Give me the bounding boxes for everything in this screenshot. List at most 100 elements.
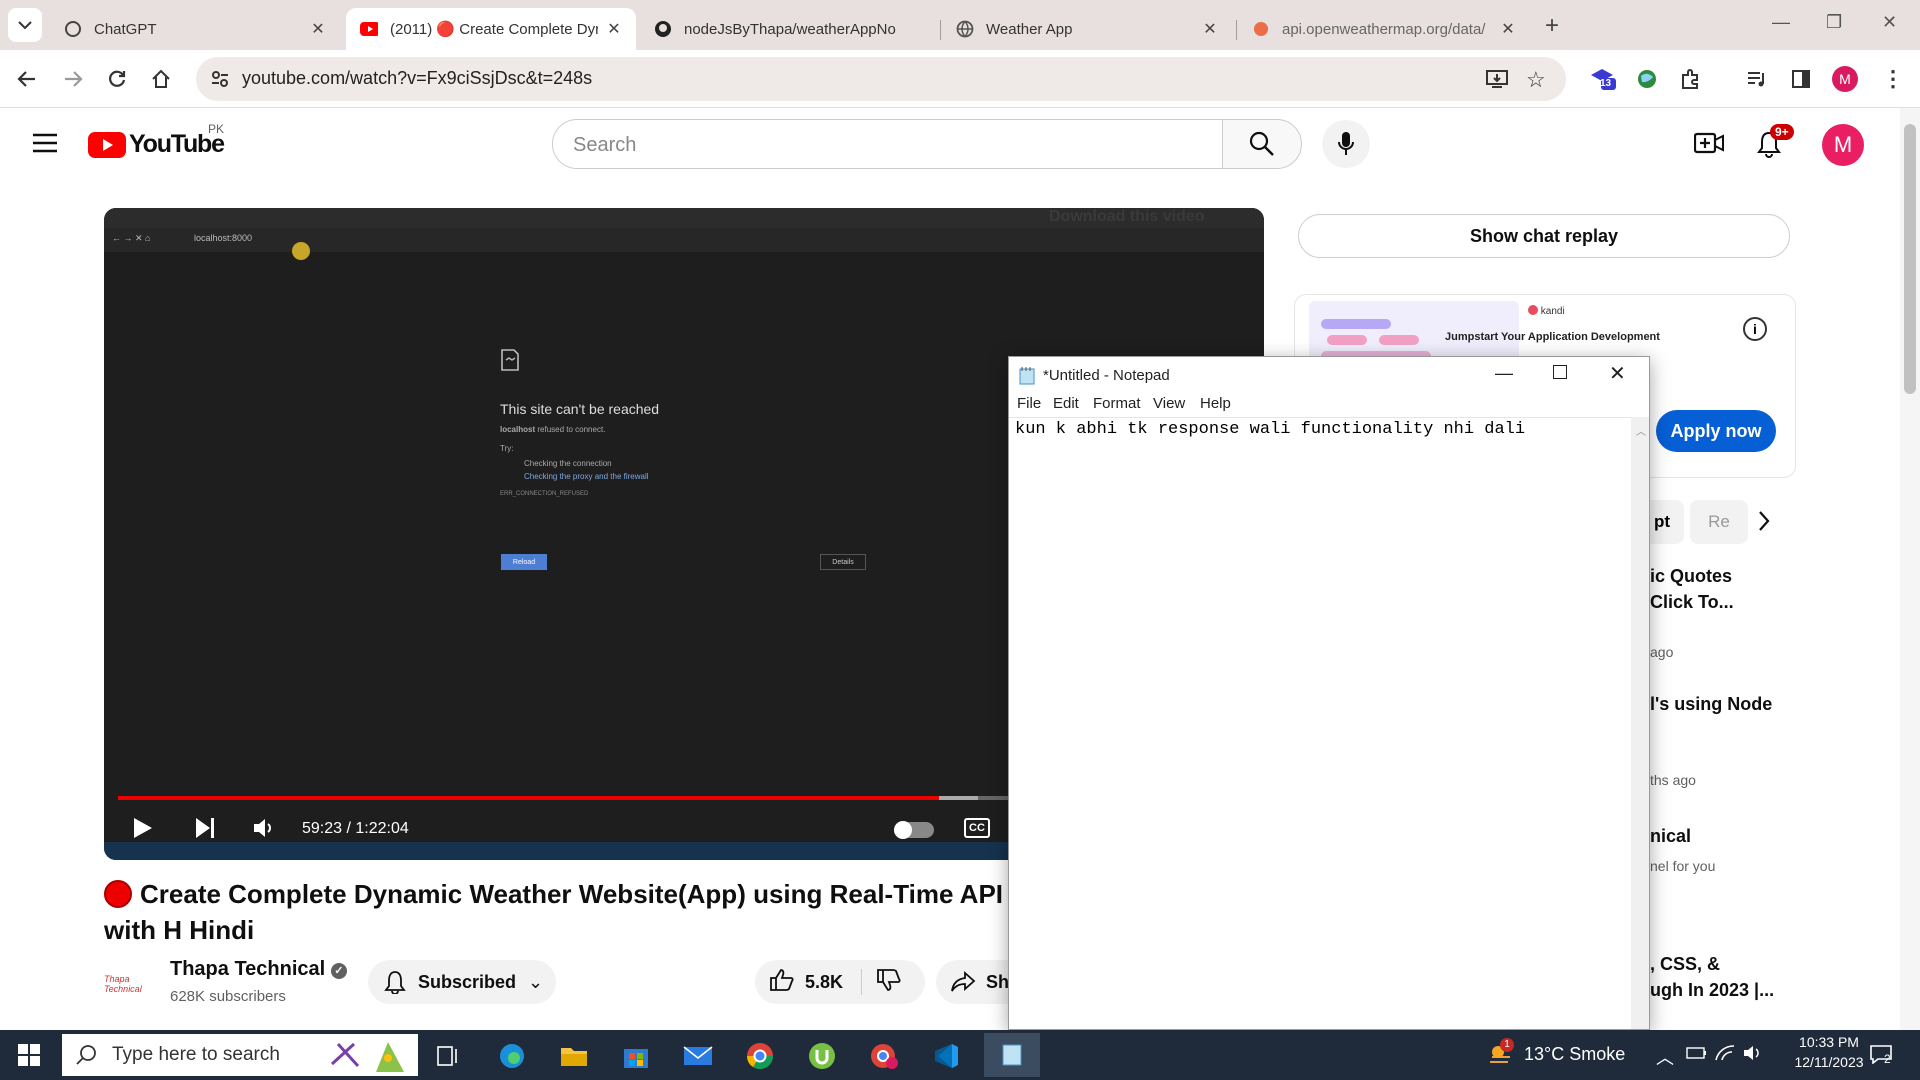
site-info-icon[interactable] [210,69,230,94]
close-icon[interactable]: ✕ [310,19,326,39]
page-scroll-thumb[interactable] [1904,124,1916,394]
vscode-icon[interactable] [922,1036,970,1076]
captions-button[interactable]: CC [964,818,990,838]
minimize-icon[interactable]: — [1772,12,1790,33]
menu-help[interactable]: Help [1200,395,1231,412]
dislike-button[interactable] [876,968,902,997]
search-input[interactable]: Search [552,119,1224,169]
extension-graduation-icon[interactable]: 13 [1588,64,1618,94]
back-arrow-icon[interactable] [12,64,42,94]
video-title-text: Create Complete Dynamic Weather Website(… [104,879,1004,945]
extension-globe-icon[interactable] [1632,64,1662,94]
like-button[interactable] [769,968,795,997]
next-video-icon[interactable] [194,816,216,845]
menu-edit[interactable]: Edit [1053,395,1079,412]
tab-search-button[interactable] [8,8,42,42]
file-explorer-icon[interactable] [550,1036,598,1076]
restore-icon[interactable]: ❐ [1826,12,1842,33]
voice-search-button[interactable] [1322,120,1370,168]
info-icon[interactable]: i [1743,317,1767,341]
chrome-menu-icon[interactable]: ⋮ [1878,64,1908,94]
side-panel-icon[interactable] [1786,64,1816,94]
notification-center-icon[interactable]: 2 [1870,1044,1894,1067]
notepad-titlebar[interactable]: *Untitled - Notepad — ✕ [1009,357,1649,393]
weather-text[interactable]: 13°C Smoke [1524,1044,1625,1065]
recommended-title[interactable]: , CSS, & [1650,954,1720,975]
window-close-icon[interactable]: ✕ [1882,12,1897,33]
notepad-taskbar-icon[interactable] [984,1033,1040,1077]
play-icon[interactable] [132,816,154,845]
recommended-title[interactable]: ugh In 2023 |... [1650,980,1774,1001]
volume-icon[interactable] [252,816,276,845]
close-icon[interactable]: ✕ [1202,19,1218,39]
chrome-profile-icon[interactable] [860,1036,908,1076]
user-avatar[interactable]: M [1822,124,1864,166]
reload-button: Reload [501,554,547,570]
show-chat-replay-button[interactable]: Show chat replay [1298,214,1790,258]
chevron-right-icon[interactable] [1754,508,1774,539]
media-controls-icon[interactable] [1742,64,1772,94]
tab-github[interactable]: nodeJsByThapa/weatherAppNo [640,8,940,50]
ad-brand-text: kandi [1540,306,1565,317]
chevron-up-icon[interactable]: ︿ [1656,1044,1674,1070]
edge-icon[interactable] [488,1036,536,1076]
search-button[interactable] [1222,119,1302,169]
autoplay-toggle[interactable] [894,821,934,839]
minimize-icon[interactable]: — [1495,363,1513,384]
chip-filter[interactable]: Re [1690,500,1748,544]
reload-icon[interactable] [102,64,132,94]
recommended-title[interactable]: ic Quotes [1650,566,1732,587]
forward-arrow-icon[interactable] [58,64,88,94]
battery-icon[interactable] [1686,1046,1708,1063]
create-video-icon[interactable] [1693,130,1724,161]
profile-avatar[interactable]: M [1830,64,1860,94]
channel-name[interactable]: Thapa Technical ✓ [170,958,347,981]
speaker-icon[interactable] [1742,1044,1764,1065]
recommended-title[interactable]: l's using Node [1650,694,1772,715]
maximize-icon[interactable] [1553,365,1567,379]
recommended-title[interactable]: nical [1650,826,1691,847]
windows-start-icon[interactable] [18,1044,40,1071]
close-icon[interactable]: ✕ [1609,361,1626,386]
chrome-icon[interactable] [736,1036,784,1076]
error-page: This site can't be reached localhost ref… [500,348,820,497]
menu-view[interactable]: View [1153,395,1185,412]
notifications-bell-icon[interactable]: 9+ [1756,124,1794,163]
weather-icon[interactable]: 1 [1484,1038,1514,1069]
download-overlay[interactable]: Download this video [1049,208,1205,226]
wifi-icon[interactable] [1714,1044,1736,1065]
region-code: PK [208,122,225,136]
notification-badge: 9+ [1770,124,1794,140]
apply-now-button[interactable]: Apply now [1656,410,1776,452]
hamburger-menu-icon[interactable] [32,132,58,159]
notepad-text-area[interactable]: kun k abhi tk response wali functionalit… [1009,417,1631,1029]
address-bar[interactable]: youtube.com/watch?v=Fx9ciSsjDsc&t=248s ☆ [196,57,1566,101]
recommended-title[interactable]: Click To... [1650,592,1734,613]
notepad-scrollbar[interactable]: ︿ [1631,417,1649,1029]
close-icon[interactable]: ✕ [606,19,622,39]
openweather-icon [1252,20,1270,38]
home-icon[interactable] [146,64,176,94]
clock[interactable]: 10:33 PM 12/11/2023 [1786,1034,1872,1070]
microsoft-store-icon[interactable] [612,1036,660,1076]
tab-youtube[interactable]: (2011) 🔴 Create Complete Dyr ✕ [346,8,636,50]
bookmark-star-icon[interactable]: ☆ [1526,67,1546,93]
clock-date: 12/11/2023 [1794,1054,1864,1070]
taskbar-search-input[interactable]: Type here to search [62,1034,418,1076]
menu-file[interactable]: File [1017,395,1041,412]
extensions-puzzle-icon[interactable] [1676,64,1706,94]
youtube-logo[interactable]: YouTube PK [88,122,225,159]
utorrent-icon[interactable] [798,1036,846,1076]
channel-avatar[interactable]: Thapa Technical [104,958,156,1010]
tab-weather-app[interactable]: Weather App ✕ [942,8,1232,50]
tab-openweathermap[interactable]: api.openweathermap.org/data/ ✕ [1238,8,1530,50]
error-tip: Checking the connection [524,459,612,468]
close-icon[interactable]: ✕ [1500,19,1516,39]
install-app-icon[interactable] [1486,69,1508,94]
task-view-icon[interactable] [424,1036,472,1076]
menu-format[interactable]: Format [1093,395,1141,412]
subscribed-button[interactable]: Subscribed ⌄ [368,960,556,1004]
mail-icon[interactable] [674,1036,722,1076]
new-tab-button[interactable]: + [1545,12,1559,40]
tab-chatgpt[interactable]: ChatGPT ✕ [50,8,340,50]
